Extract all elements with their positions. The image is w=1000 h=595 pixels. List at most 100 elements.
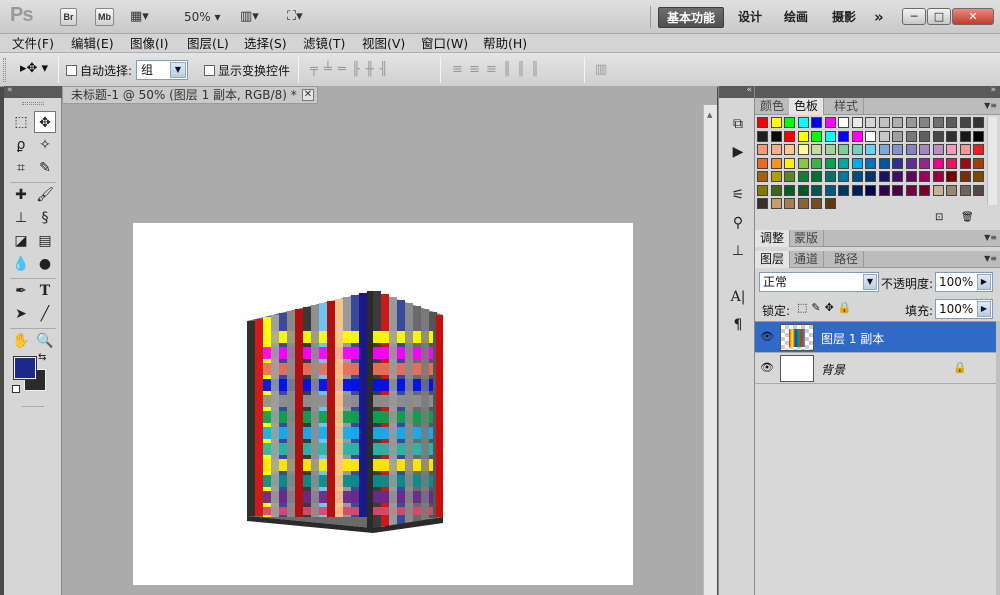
color-swatch[interactable]	[946, 184, 957, 196]
color-swatch[interactable]	[919, 184, 930, 196]
panel-header[interactable]: «	[719, 85, 755, 98]
color-swatch[interactable]	[811, 144, 822, 155]
zoom-level-dropdown[interactable]: 50% ▾	[184, 7, 221, 27]
auto-select-checkbox[interactable]: 自动选择:	[66, 62, 132, 79]
color-swatch[interactable]	[838, 171, 849, 182]
color-swatch[interactable]	[770, 198, 782, 209]
color-swatch[interactable]	[865, 171, 876, 182]
eyedropper-tool-icon[interactable]: ✎	[34, 157, 56, 179]
color-swatch[interactable]	[757, 130, 768, 142]
color-swatch[interactable]	[878, 184, 890, 196]
color-swatch[interactable]	[811, 184, 822, 196]
tab-adjustments[interactable]: 调整	[755, 230, 791, 247]
color-swatch[interactable]	[973, 130, 984, 142]
expand-icon[interactable]: »	[990, 85, 996, 95]
hand-tool-icon[interactable]: ✋	[10, 330, 32, 352]
workspace-design-button[interactable]: 设计	[730, 7, 770, 28]
tool-presets-icon[interactable]: ⊥	[728, 241, 748, 261]
color-swatch[interactable]	[892, 184, 903, 196]
color-swatch[interactable]	[973, 157, 984, 169]
swap-colors-icon[interactable]: ⇆	[38, 352, 46, 363]
color-swatch[interactable]	[878, 117, 890, 128]
minimize-button[interactable]: ─	[902, 8, 926, 25]
color-swatch[interactable]	[797, 130, 809, 142]
color-swatch[interactable]	[838, 117, 849, 128]
color-swatch[interactable]	[797, 117, 809, 128]
color-swatch[interactable]	[959, 144, 971, 155]
color-swatch[interactable]	[851, 130, 863, 142]
color-swatch[interactable]	[797, 157, 809, 169]
color-swatch[interactable]	[757, 157, 768, 169]
workspace-photography-button[interactable]: 摄影	[824, 7, 864, 28]
color-swatch[interactable]	[973, 117, 984, 128]
menu-select[interactable]: 选择(S)	[244, 35, 287, 52]
color-swatch[interactable]	[905, 157, 917, 169]
grip-handle[interactable]	[3, 58, 6, 82]
document-canvas[interactable]	[133, 223, 633, 585]
color-swatch[interactable]	[757, 198, 768, 209]
swatches-scrollbar[interactable]	[987, 117, 997, 205]
color-swatch[interactable]	[824, 130, 836, 142]
color-swatch[interactable]	[824, 198, 836, 209]
history-brush-tool-icon[interactable]: §	[34, 207, 56, 229]
tab-channels[interactable]: 通道	[789, 251, 825, 268]
tab-color[interactable]: 颜色	[755, 98, 791, 115]
close-icon[interactable]: ✕	[302, 89, 314, 101]
color-swatch[interactable]	[878, 157, 890, 169]
color-swatch[interactable]	[905, 130, 917, 142]
paragraph-panel-icon[interactable]: ¶	[728, 315, 748, 335]
color-swatch[interactable]	[824, 144, 836, 155]
color-swatch[interactable]	[865, 184, 876, 196]
menu-file[interactable]: 文件(F)	[12, 35, 54, 52]
panel-header[interactable]: «	[4, 85, 62, 98]
color-swatch[interactable]	[797, 171, 809, 182]
foreground-color-swatch[interactable]	[13, 356, 37, 380]
checkbox-box[interactable]	[204, 65, 215, 76]
brush-tool-icon[interactable]: 🖌	[34, 184, 56, 206]
magic-wand-tool-icon[interactable]: ✧	[34, 134, 56, 156]
menu-layer[interactable]: 图层(L)	[187, 35, 229, 52]
color-swatch[interactable]	[959, 171, 971, 182]
color-swatch[interactable]	[959, 117, 971, 128]
layer-row[interactable]: 👁 背景 🔒	[755, 353, 996, 384]
layers-scrollbar[interactable]	[996, 321, 1000, 595]
color-swatch[interactable]	[973, 144, 984, 155]
vertical-scrollbar[interactable]: ▲	[703, 105, 717, 595]
color-swatch[interactable]	[784, 117, 795, 128]
color-swatch[interactable]	[824, 117, 836, 128]
eraser-tool-icon[interactable]: ◪	[10, 230, 32, 252]
color-swatch[interactable]	[770, 184, 782, 196]
color-swatch[interactable]	[932, 117, 944, 128]
color-swatch[interactable]	[946, 171, 957, 182]
crop-tool-icon[interactable]: ⌗	[10, 157, 32, 179]
workspace-painting-button[interactable]: 绘画	[776, 7, 816, 28]
panel-menu-icon[interactable]: ▼≡	[984, 254, 997, 263]
zoom-tool-icon[interactable]: 🔍	[34, 330, 56, 352]
color-swatch[interactable]	[946, 117, 957, 128]
pen-tool-icon[interactable]: ✒	[10, 280, 32, 302]
view-extras-icon[interactable]: ▦▾	[130, 7, 149, 27]
color-swatch[interactable]	[878, 171, 890, 182]
document-tab[interactable]: 未标题-1 @ 50% (图层 1 副本, RGB/8) * ✕	[62, 86, 318, 104]
expand-icon[interactable]: «	[746, 85, 752, 95]
menu-image[interactable]: 图像(I)	[130, 35, 168, 52]
color-swatch[interactable]	[757, 144, 768, 155]
color-swatch[interactable]	[946, 130, 957, 142]
grip-handle[interactable]	[22, 102, 44, 105]
menu-view[interactable]: 视图(V)	[362, 35, 405, 52]
color-swatch[interactable]	[919, 157, 930, 169]
minibridge-button[interactable]: Mb	[95, 8, 114, 26]
tab-paths[interactable]: 路径	[829, 251, 865, 268]
collapse-icon[interactable]: «	[7, 85, 13, 95]
color-swatch[interactable]	[892, 117, 903, 128]
color-swatch[interactable]	[919, 117, 930, 128]
color-swatch[interactable]	[919, 130, 930, 142]
tab-styles[interactable]: 样式	[829, 98, 865, 115]
color-swatch[interactable]	[784, 171, 795, 182]
color-swatch[interactable]	[797, 144, 809, 155]
color-swatch[interactable]	[838, 157, 849, 169]
layer-name[interactable]: 背景	[821, 361, 845, 378]
menu-filter[interactable]: 滤镜(T)	[303, 35, 345, 52]
color-swatch[interactable]	[757, 171, 768, 182]
clone-stamp-tool-icon[interactable]: ⊥	[10, 207, 32, 229]
